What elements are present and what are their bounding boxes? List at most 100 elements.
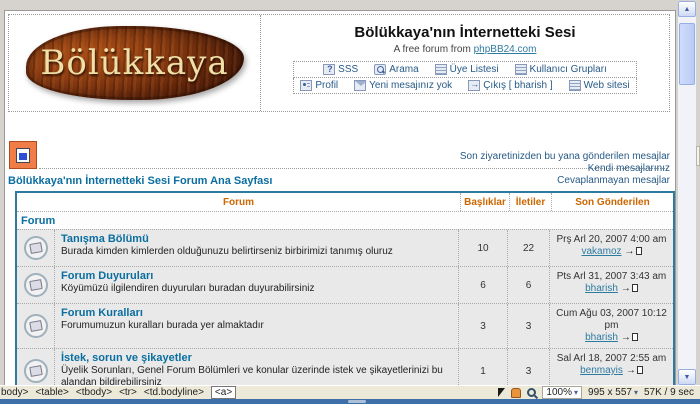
forum-table-header: Forum Başlıklar İletiler Son Gönderilen (17, 193, 673, 211)
lastpost-user-link[interactable]: bharish (585, 283, 618, 294)
tag-tr[interactable]: <tr> (119, 387, 137, 398)
nav-faq[interactable]: SSS (323, 64, 358, 75)
table-row: Tanışma Bölümü Burada kimden kimlerden o… (17, 229, 673, 266)
lastpost-cell: Cum Ağu 03, 2007 10:12 pm bharish→ (549, 304, 673, 348)
forum-link[interactable]: Forum Kuralları (61, 307, 452, 319)
chevron-down-icon: ▾ (574, 388, 578, 397)
category-row: Forum (17, 211, 673, 229)
nav-website[interactable]: Web sitesi (569, 80, 630, 91)
window-size-dropdown[interactable]: 995 x 557▾ (588, 387, 638, 398)
nav-messages-label: Yeni mesajınız yok (369, 80, 452, 91)
table-row: Forum Kuralları Forumumuzun kuralları bu… (17, 303, 673, 348)
nav-messages[interactable]: Yeni mesajınız yok (354, 80, 452, 91)
forum-cell: Forum Kuralları Forumumuzun kuralları bu… (54, 304, 458, 348)
zoom-tool-icon[interactable] (527, 388, 536, 397)
nav-links: SSS Arama Üye Listesi Kullanıcı Grupları… (293, 61, 636, 94)
statusbar-tools: 100%▾ 995 x 557▾ 57K / 9 sec (498, 386, 700, 399)
goto-lastpost-page-icon[interactable] (632, 284, 638, 292)
goto-lastpost-arrow-icon[interactable]: → (621, 332, 631, 343)
nav-memberlist[interactable]: Üye Listesi (435, 64, 499, 75)
link-new-posts[interactable]: Son ziyaretinizden bu yana gönderilen me… (460, 151, 670, 163)
tag-tbody[interactable]: <tbody> (76, 387, 112, 398)
nav-website-label: Web sitesi (584, 80, 630, 91)
forum-cell: Tanışma Bölümü Burada kimden kimlerden o… (54, 230, 458, 266)
forum-link[interactable]: Tanışma Bölümü (61, 233, 452, 245)
dreamweaver-design-view: Bölükkaya Bölükkaya'nın İnternetteki Ses… (0, 0, 700, 404)
document-size-stats: 57K / 9 sec (644, 387, 696, 398)
forum-link[interactable]: İstek, sorun ve şikayetler (61, 352, 452, 364)
forum-description: Üyelik Sorunları, Genel Forum Bölümleri … (61, 365, 452, 385)
link-own-posts[interactable]: Kendi mesajlarınız (460, 163, 670, 175)
lastpost-user-link[interactable]: benmayis (580, 365, 623, 376)
icon-cell (17, 230, 54, 266)
tag-table[interactable]: <table> (36, 387, 69, 398)
memberlist-icon (435, 64, 447, 75)
column-header-lastpost: Son Gönderilen (551, 193, 673, 211)
goto-lastpost-page-icon[interactable] (637, 366, 643, 374)
nav-usergroups[interactable]: Kullanıcı Grupları (515, 64, 607, 75)
icon-cell (17, 267, 54, 303)
tag-a-selected[interactable]: <a> (211, 386, 236, 399)
vertical-scrollbar[interactable]: ▲ ▼ (678, 1, 696, 385)
scrollbar-thumb[interactable] (679, 23, 695, 85)
faq-icon (323, 64, 335, 75)
topics-count: 10 (458, 230, 507, 266)
hand-tool-icon[interactable] (511, 388, 521, 398)
nav-faq-label: SSS (338, 64, 358, 75)
link-unanswered-posts[interactable]: Cevaplanmayan mesajlar (460, 175, 670, 187)
lastpost-cell: Sal Arl 18, 2007 2:55 am benmayis→ (549, 349, 673, 385)
select-tool-icon[interactable] (498, 388, 505, 397)
tag-td-bodyline[interactable]: <td.bodyline> (144, 387, 204, 398)
lastpost-cell: Prş Arl 20, 2007 4:00 am vakamoz → (549, 230, 673, 266)
site-subtitle: A free forum from phpBB24.com (261, 44, 669, 55)
panel-collapse-grip[interactable] (348, 400, 366, 403)
column-header-forum: Forum (17, 193, 460, 211)
profile-icon (300, 80, 312, 91)
folder-icon (24, 314, 48, 338)
forum-index-link[interactable]: Bölükkaya'nın İnternetteki Sesi Forum An… (8, 175, 272, 187)
folder-icon (24, 236, 48, 260)
goto-lastpost-page-icon[interactable] (632, 333, 638, 341)
scroll-down-button[interactable]: ▼ (678, 369, 696, 385)
category-link[interactable]: Forum (17, 212, 673, 229)
magnification-dropdown[interactable]: 100%▾ (542, 386, 582, 399)
site-logo[interactable]: Bölükkaya (26, 26, 244, 100)
forum-table: Forum Başlıklar İletiler Son Gönderilen … (15, 191, 675, 385)
nav-row-2: Profil Yeni mesajınız yok Çıkış [ bharis… (293, 78, 636, 94)
messages-icon (354, 80, 366, 91)
missing-image-placeholder[interactable] (9, 141, 37, 169)
forum-link[interactable]: Forum Duyuruları (61, 270, 452, 282)
goto-lastpost-page-icon[interactable] (636, 247, 642, 255)
broken-image-icon (16, 148, 30, 163)
forum-description: Burada kimden kimlerden olduğunuzu belir… (61, 246, 452, 258)
lastpost-user-link[interactable]: bharish (585, 332, 618, 343)
nav-memberlist-label: Üye Listesi (450, 64, 499, 75)
goto-lastpost-arrow-icon[interactable]: → (621, 283, 631, 294)
goto-lastpost-arrow-icon[interactable]: → (626, 365, 636, 376)
posts-count: 3 (507, 304, 549, 348)
panel-splitter-grip[interactable] (696, 146, 700, 166)
goto-lastpost-arrow-icon[interactable]: → (625, 246, 635, 257)
search-icon (374, 64, 386, 75)
forum-cell: Forum Duyuruları Köyümüzü ilgilendiren d… (54, 267, 458, 303)
nav-search-label: Arama (389, 64, 418, 75)
phpbb24-link[interactable]: phpBB24.com (474, 44, 537, 55)
topics-count: 3 (458, 304, 507, 348)
icon-cell (17, 349, 54, 385)
scroll-up-button[interactable]: ▲ (678, 1, 696, 17)
icon-cell (17, 304, 54, 348)
nav-logout[interactable]: Çıkış [ bharish ] (468, 80, 552, 91)
nav-search[interactable]: Arama (374, 64, 418, 75)
usergroups-icon (515, 64, 527, 75)
lastpost-date: Sal Arl 18, 2007 2:55 am (557, 353, 667, 364)
forum-cell: İstek, sorun ve şikayetler Üyelik Sorunl… (54, 349, 458, 385)
website-icon (569, 80, 581, 91)
tag-selector: body> <table> <tbody> <tr> <td.bodyline>… (0, 386, 236, 399)
tag-body[interactable]: body> (1, 387, 29, 398)
nav-profile[interactable]: Profil (300, 80, 338, 91)
lastpost-date: Cum Ağu 03, 2007 10:12 pm (556, 308, 667, 331)
lastpost-user-link[interactable]: vakamoz (581, 246, 621, 257)
lastpost-date: Prş Arl 20, 2007 4:00 am (556, 234, 666, 245)
folder-icon (24, 359, 48, 383)
posts-count: 22 (507, 230, 549, 266)
